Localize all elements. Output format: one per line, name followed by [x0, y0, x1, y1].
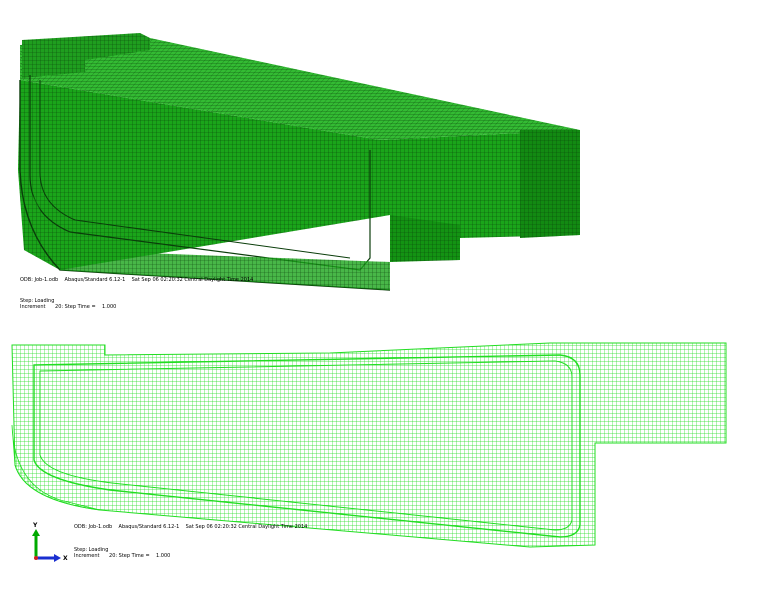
- triad-x-label: X: [63, 555, 68, 562]
- odb-info-text-2: ODB: Job-1.odb Abaqus/Standard 6.12-1 Sa…: [74, 524, 308, 530]
- coordinate-triad: Y X: [32, 522, 68, 562]
- triad-y-label: Y: [32, 522, 38, 529]
- odb-info-text: ODB: Job-1.odb Abaqus/Standard 6.12-1 Sa…: [20, 277, 254, 283]
- viewport-3d-mesh[interactable]: ODB: Job-1.odb Abaqus/Standard 6.12-1 Sa…: [0, 0, 759, 320]
- increment-info-text: Increment 20: Step Time = 1.000: [20, 304, 117, 310]
- mesh-3d-canvas: [18, 33, 580, 291]
- viewport-2d-mesh[interactable]: ODB: Job-1.odb Abaqus/Standard 6.12-1 Sa…: [0, 325, 759, 600]
